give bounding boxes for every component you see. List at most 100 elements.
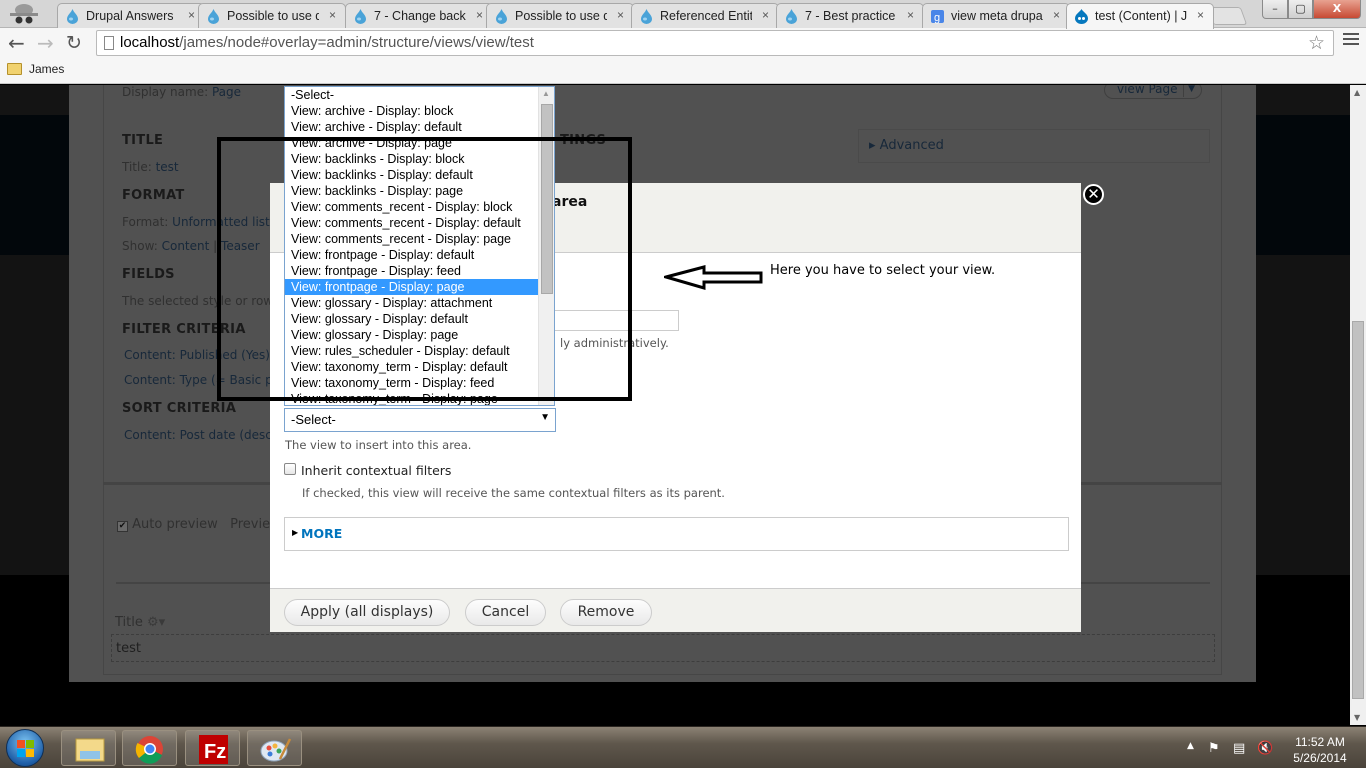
svg-text:g: g — [934, 12, 940, 24]
more-fieldset[interactable]: ▶ MORE — [284, 517, 1069, 551]
dropdown-option[interactable]: View: glossary - Display: attachment — [285, 295, 538, 311]
dropdown-option[interactable]: View: glossary - Display: page — [285, 327, 538, 343]
dropdown-option[interactable]: View: comments_recent - Display: block — [285, 199, 538, 215]
display-name-link[interactable]: Page — [212, 85, 241, 99]
browser-tab[interactable]: Drupal Answers × — [57, 3, 205, 28]
inherit-contextual-filters-checkbox[interactable] — [284, 463, 296, 475]
show-link[interactable]: Content — [162, 239, 210, 253]
tab-close-icon[interactable]: × — [188, 8, 195, 22]
tab-close-icon[interactable]: × — [907, 8, 914, 22]
close-dialog-icon[interactable]: ✕ — [1083, 184, 1104, 205]
browser-tab[interactable]: Possible to use d × — [486, 3, 634, 28]
dropdown-option[interactable]: -Select- — [285, 87, 538, 103]
forward-arrow-icon[interactable]: → — [37, 32, 54, 54]
system-clock[interactable]: 11:52 AM 5/26/2014 — [1290, 734, 1350, 766]
tab-close-icon[interactable]: × — [1053, 8, 1060, 22]
dropdown-option[interactable]: View: taxonomy_term - Display: page — [285, 391, 538, 405]
dialog-footer: Apply (all displays) Cancel Remove — [270, 588, 1081, 632]
volume-muted-icon[interactable]: 🔇 — [1257, 741, 1273, 756]
network-icon[interactable]: ▤ — [1233, 741, 1245, 756]
taskbar-chrome[interactable] — [122, 730, 177, 766]
taskbar-explorer[interactable] — [61, 730, 116, 766]
advanced-toggle[interactable]: ▸ Advanced — [869, 138, 944, 153]
format-link[interactable]: Unformatted list — [172, 215, 270, 229]
tab-close-icon[interactable]: × — [1197, 8, 1204, 22]
filter-item[interactable]: Content: Type (= Basic pa — [124, 373, 280, 387]
dropdown-scrollbar[interactable]: ▲ — [538, 87, 554, 405]
tab-close-icon[interactable]: × — [762, 8, 769, 22]
browser-tab[interactable]: g view meta drupa × — [922, 3, 1070, 28]
address-bar[interactable]: localhost/james/node#overlay=admin/struc… — [96, 30, 1334, 56]
chrome-menu-icon[interactable] — [1343, 33, 1359, 49]
browser-tab[interactable]: 7 - Best practice f × — [776, 3, 924, 28]
maximize-button[interactable]: ▢ — [1288, 0, 1313, 19]
dropdown-option[interactable]: View: glossary - Display: default — [285, 311, 538, 327]
tab-close-icon[interactable]: × — [476, 8, 483, 22]
dropdown-option[interactable]: View: comments_recent - Display: page — [285, 231, 538, 247]
dropdown-option[interactable]: View: frontpage - Display: feed — [285, 263, 538, 279]
minimize-button[interactable]: – — [1262, 0, 1288, 19]
dropdown-option[interactable]: View: taxonomy_term - Display: default — [285, 359, 538, 375]
scroll-up-arrow-icon[interactable]: ▲ — [1354, 88, 1360, 97]
dropdown-option[interactable]: View: archive - Display: block — [285, 103, 538, 119]
title-heading: TITLE — [122, 133, 164, 148]
show-hidden-icons[interactable]: ▲ — [1187, 741, 1194, 751]
cancel-button[interactable]: Cancel — [465, 599, 546, 626]
dropdown-option[interactable]: View: backlinks - Display: page — [285, 183, 538, 199]
inherit-contextual-filters-label[interactable]: Inherit contextual filters — [301, 463, 451, 478]
dropdown-option[interactable]: View: taxonomy_term - Display: feed — [285, 375, 538, 391]
taskbar-filezilla[interactable]: Fz — [185, 730, 240, 766]
advanced-fieldset[interactable]: ▸ Advanced — [858, 129, 1210, 163]
view-page-button[interactable]: view Page ▼ — [1104, 85, 1202, 99]
page-scrollbar[interactable]: ▲ ▼ — [1350, 85, 1366, 725]
dropdown-option[interactable]: View: frontpage - Display: default — [285, 247, 538, 263]
tab-close-icon[interactable]: × — [617, 8, 624, 22]
dropdown-option[interactable]: View: archive - Display: default — [285, 119, 538, 135]
more-toggle[interactable]: MORE — [301, 526, 342, 541]
collapsed-triangle-icon: ▶ — [292, 528, 299, 537]
display-name-row: Display name: Page — [122, 85, 241, 99]
remove-button[interactable]: Remove — [560, 599, 652, 626]
tab-close-icon[interactable]: × — [329, 8, 336, 22]
dropdown-option[interactable]: View: rules_scheduler - Display: default — [285, 343, 538, 359]
fields-text: The selected style or row — [122, 294, 274, 308]
dropdown-arrow-icon[interactable]: ▼ — [540, 412, 550, 423]
start-button[interactable] — [6, 729, 44, 767]
auto-preview-checkbox[interactable]: ✔ — [117, 521, 128, 532]
dropdown-scroll-thumb[interactable] — [541, 104, 553, 294]
browser-tab[interactable]: test (Content) | Ja × — [1066, 3, 1214, 29]
gear-icon[interactable]: ⚙▾ — [147, 615, 165, 630]
caret-down-icon[interactable]: ▼ — [1183, 85, 1195, 97]
page-scroll-thumb[interactable] — [1352, 321, 1364, 699]
show-mode-link[interactable]: Teaser — [221, 239, 260, 253]
scroll-up-arrow-icon[interactable]: ▲ — [542, 89, 550, 98]
browser-tab[interactable]: Referenced Entity × — [631, 3, 779, 28]
filter-item[interactable]: Content: Published (Yes) — [124, 348, 270, 362]
page-icon — [104, 36, 114, 50]
url-text[interactable]: localhost/james/node#overlay=admin/struc… — [120, 34, 534, 51]
bookmark-james[interactable]: James — [7, 62, 64, 76]
title-link[interactable]: test — [156, 160, 179, 174]
dropdown-option[interactable]: View: backlinks - Display: default — [285, 167, 538, 183]
browser-tab[interactable]: 7 - Change backg × — [345, 3, 493, 28]
close-window-button[interactable]: X — [1313, 0, 1361, 19]
taskbar-paint[interactable] — [247, 730, 302, 766]
filezilla-icon: Fz — [199, 735, 228, 764]
apply-all-displays-button[interactable]: Apply (all displays) — [284, 599, 450, 626]
view-select-dropdown-list[interactable]: -Select- View: archive - Display: block Vi… — [284, 86, 555, 406]
scroll-down-arrow-icon[interactable]: ▼ — [1354, 713, 1360, 722]
action-center-flag-icon[interactable]: ⚑ — [1208, 741, 1220, 756]
chrome-icon — [135, 736, 163, 764]
dropdown-option[interactable]: View: backlinks - Display: block — [285, 151, 538, 167]
browser-tab[interactable]: Possible to use d × — [198, 3, 346, 28]
auto-preview-label: Auto preview — [132, 517, 218, 532]
back-arrow-icon[interactable]: ← — [8, 32, 25, 54]
reload-icon[interactable]: ↻ — [66, 32, 82, 54]
view-select[interactable]: -Select- ▼ — [284, 408, 556, 432]
bookmark-star-icon[interactable]: ☆ — [1308, 32, 1325, 54]
dropdown-option[interactable]: View: comments_recent - Display: default — [285, 215, 538, 231]
annotation-arrow-icon — [664, 265, 763, 290]
dropdown-option[interactable]: View: frontpage - Display: page — [285, 279, 538, 295]
dropdown-option[interactable]: View: archive - Display: page — [285, 135, 538, 151]
sort-item[interactable]: Content: Post date (desc) — [124, 428, 277, 442]
